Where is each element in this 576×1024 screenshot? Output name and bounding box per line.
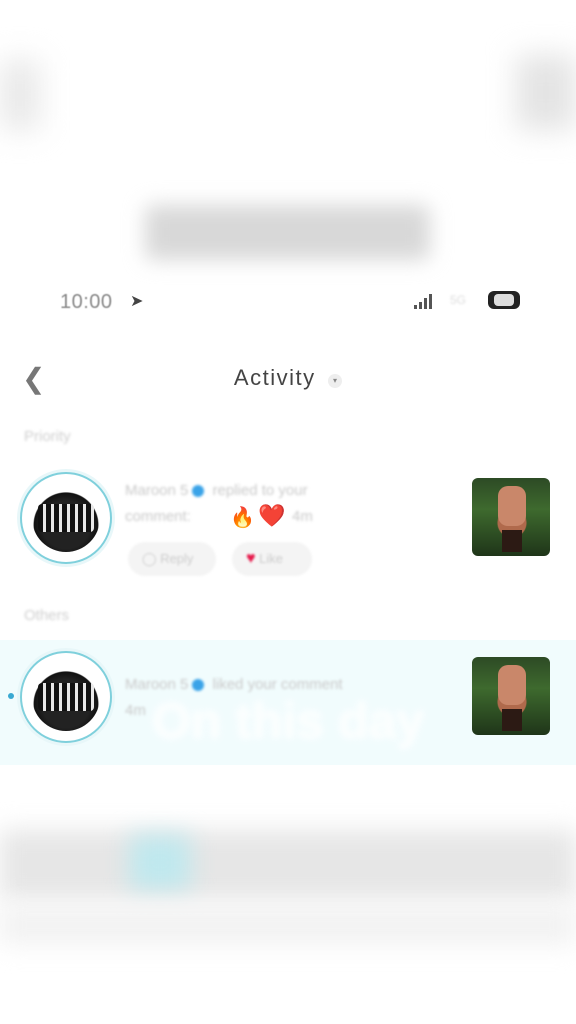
section-header-priority: Priority	[24, 428, 71, 445]
chevron-down-icon[interactable]: ▾	[328, 373, 343, 388]
blurred-area-bottom-2	[0, 905, 576, 945]
verified-badge-icon	[192, 679, 205, 692]
notification-text: Maroon 5 replied to your	[125, 478, 308, 504]
like-button[interactable]: ♥ Like	[232, 542, 312, 576]
username[interactable]: Maroon 5	[125, 482, 188, 499]
status-time: 10:00	[60, 291, 113, 313]
cellular-signal-icon	[414, 293, 440, 309]
notification-action-text-2: comment:	[125, 508, 191, 525]
heart-emoji: ❤️	[258, 503, 286, 528]
page-title[interactable]: Activity	[234, 365, 316, 390]
overlay-subtitle: 4 years ago	[240, 766, 336, 786]
fire-emoji: 🔥	[230, 507, 255, 529]
section-header-others: Others	[24, 607, 70, 624]
video-thumbnail[interactable]	[472, 478, 550, 556]
battery-icon	[488, 291, 520, 309]
status-bar: 10:00 ➤ 5G	[0, 285, 576, 321]
heart-icon: ♥	[246, 550, 256, 567]
blurred-area-top-left	[0, 60, 40, 130]
username[interactable]: Maroon 5	[125, 676, 188, 693]
timestamp: 4m	[292, 508, 313, 525]
blurred-accent-bottom	[130, 835, 190, 890]
reply-button[interactable]: ◯ Reply	[128, 542, 216, 576]
location-arrow-icon: ➤	[130, 293, 144, 310]
like-label: Like	[259, 551, 283, 566]
reply-icon: ◯	[142, 551, 157, 566]
notification-action-text: liked your comment	[212, 676, 343, 693]
reply-label: Reply	[160, 551, 194, 566]
verified-badge-icon	[192, 485, 205, 498]
network-type: 5G	[450, 293, 467, 307]
blurred-banner	[145, 205, 430, 260]
notification-text-line2: comment:	[125, 504, 191, 530]
avatar[interactable]	[20, 472, 112, 564]
blurred-area-top-right	[516, 55, 576, 130]
blurred-area-bottom	[0, 830, 576, 900]
overlay-title: On this day	[151, 693, 425, 749]
notification-action-text: replied to your	[212, 482, 308, 499]
activity-header: ❮ Activity ▾	[0, 355, 576, 403]
